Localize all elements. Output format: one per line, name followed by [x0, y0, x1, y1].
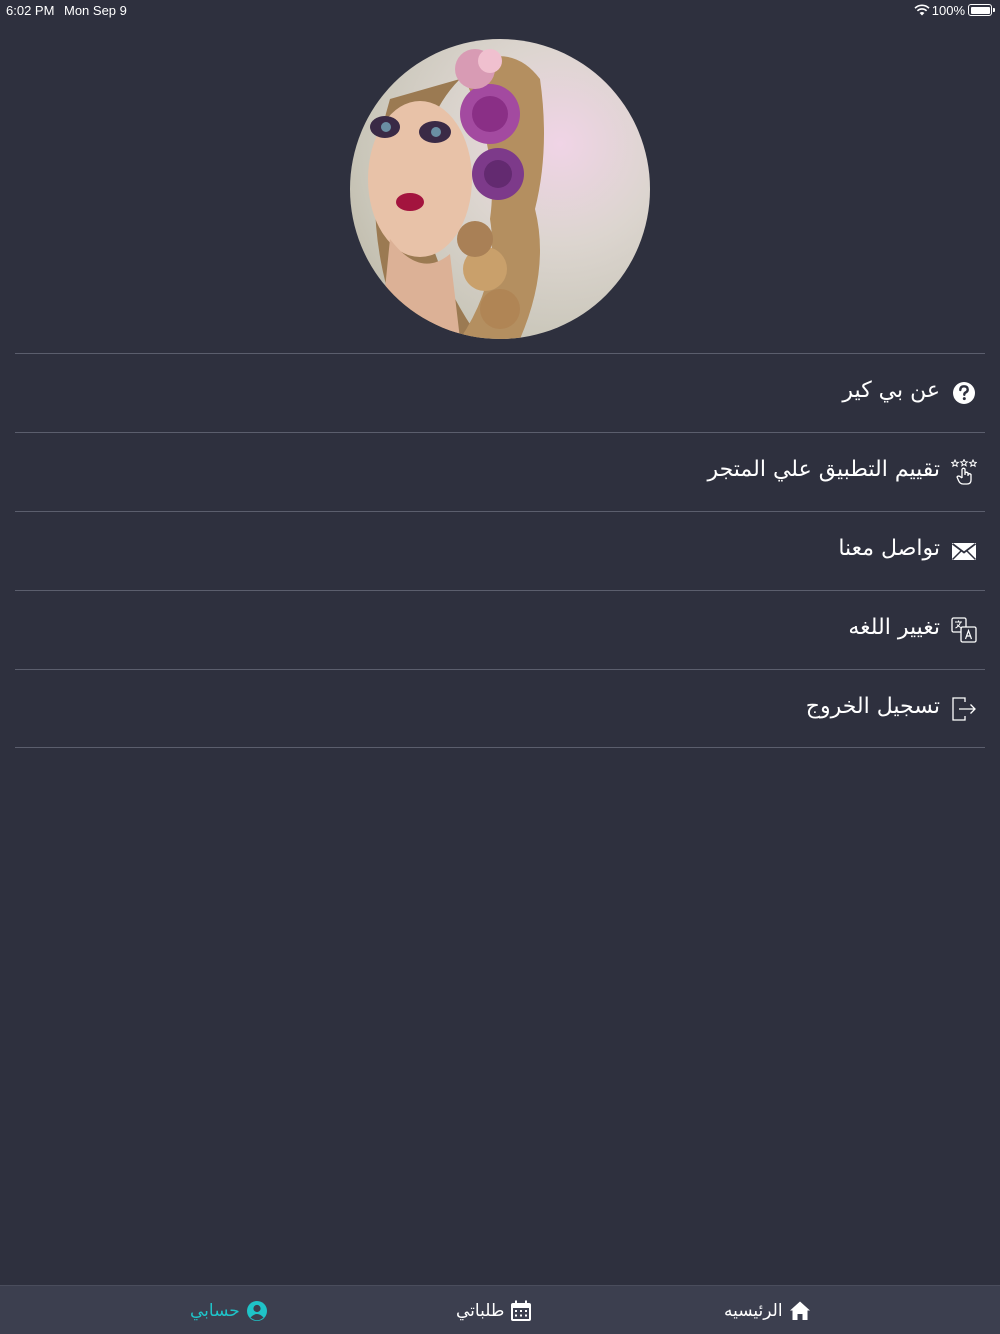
menu-item-rate-app[interactable]: تقييم التطبيق علي المتجر	[15, 432, 985, 511]
battery-percent: 100%	[931, 3, 965, 18]
tab-orders-label: طلباتي	[456, 1301, 505, 1321]
menu-item-label: تغيير اللغه	[848, 615, 940, 640]
tab-home[interactable]: الرئيسيه	[724, 1296, 811, 1326]
avatar[interactable]	[350, 39, 650, 339]
settings-menu: عن بي كير تقييم التطبيق علي المتجر تواصل…	[15, 353, 985, 748]
menu-item-change-language[interactable]: تغيير اللغه	[15, 590, 985, 669]
menu-item-label: تسجيل الخروج	[805, 694, 940, 719]
tab-account[interactable]: حسابي	[190, 1296, 268, 1326]
tab-home-label: الرئيسيه	[724, 1301, 783, 1321]
logout-icon	[952, 697, 976, 721]
tab-orders[interactable]: طلباتي	[456, 1296, 532, 1326]
tab-bar: الرئيسيه طلباتي حسابي	[0, 1285, 1000, 1334]
status-date: Mon Sep 9	[64, 3, 127, 18]
home-icon	[789, 1301, 810, 1320]
menu-item-logout[interactable]: تسجيل الخروج	[15, 669, 985, 748]
user-circle-icon	[246, 1301, 267, 1321]
envelope-icon	[951, 543, 977, 561]
question-circle-icon	[953, 382, 975, 404]
tab-account-label: حسابي	[190, 1301, 240, 1321]
battery-icon	[968, 4, 995, 16]
account-screen: 6:02 PM Mon Sep 9 100% عن بي كير تقييم ا…	[0, 0, 1000, 1334]
menu-item-label: تقييم التطبيق علي المتجر	[707, 457, 940, 482]
translate-icon	[951, 617, 977, 643]
calendar-icon	[511, 1300, 532, 1321]
menu-item-contact-us[interactable]: تواصل معنا	[15, 511, 985, 590]
menu-item-label: عن بي كير	[842, 378, 940, 403]
menu-item-label: تواصل معنا	[838, 536, 940, 561]
wifi-icon	[914, 4, 930, 16]
menu-item-about[interactable]: عن بي كير	[15, 353, 985, 432]
avatar-photo	[368, 49, 544, 339]
status-time: 6:02 PM	[6, 3, 55, 18]
rate-stars-hand-icon	[951, 459, 977, 485]
status-bar: 6:02 PM Mon Sep 9 100%	[0, 0, 1000, 20]
